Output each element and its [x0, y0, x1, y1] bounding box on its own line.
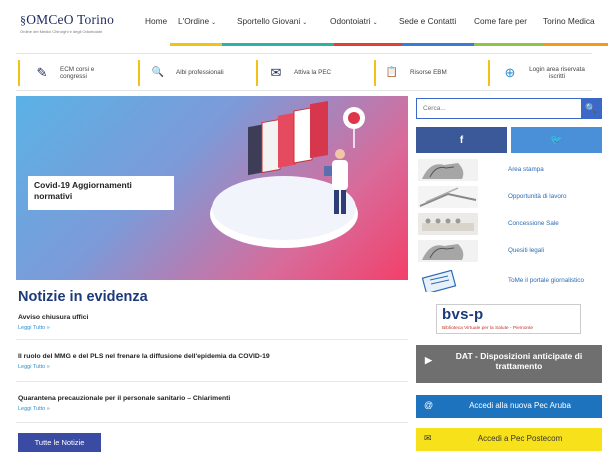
nav-item-ordine[interactable]: L'Ordine ⌄	[178, 16, 216, 26]
nav-color-line	[474, 43, 544, 46]
sidebar-item-label: ToMe il portale giornalistico	[508, 277, 584, 285]
divider	[18, 60, 20, 86]
bvs-logo: bvs-p	[442, 306, 484, 323]
bvs-tagline: Biblioteca Virtuale per la Salute - Piem…	[442, 326, 534, 331]
meeting-room-icon	[418, 213, 478, 235]
nav-label: Come fare per	[474, 16, 528, 26]
news-item: Quarantena precauzionale per il personal…	[18, 395, 398, 412]
divider	[16, 422, 408, 423]
quicklink-label: Attiva la PEC	[294, 69, 332, 76]
divider	[256, 60, 258, 86]
pec-icon: ✉	[270, 64, 282, 80]
dat-label: DAT - Disposizioni anticipate di trattam…	[455, 351, 583, 371]
facebook-icon: f	[459, 134, 464, 146]
at-icon: @	[424, 400, 434, 410]
quicklink-label: Risorse EBM	[410, 69, 447, 76]
nav-label: Sportello Giovani	[237, 16, 301, 26]
logo-subtitle: Ordine dei Medici Chirurghi e degli Odon…	[20, 29, 103, 34]
quicklink-label: ECM corsi e congressi	[60, 65, 95, 80]
sidebar-item-area-stampa[interactable]: Area stampa	[416, 157, 602, 183]
sidebar-item-tome-portale[interactable]: ToMe il portale giornalistico	[416, 268, 602, 298]
divider	[138, 60, 140, 86]
news-item: Avviso chiusura uffici Leggi Tutto »	[18, 314, 398, 331]
nav-label: Torino Medica	[543, 16, 595, 26]
bvs-banner[interactable]: bvs-p Biblioteca Virtuale per la Salute …	[436, 304, 581, 334]
divider	[374, 60, 376, 86]
nav-label: Home	[145, 16, 168, 26]
sidebar-item-label: Quesiti legali	[508, 247, 545, 255]
search-button[interactable]: 🔍	[581, 99, 601, 118]
pec-postecom-label: Accedi a Pec Postecom	[477, 434, 563, 443]
nav-item-come-fare-per[interactable]: Come fare per	[474, 16, 527, 26]
envelope-icon: ✉	[424, 433, 432, 443]
quicklink-attiva-pec[interactable]: ✉ Attiva la PEC	[266, 54, 366, 91]
hero-banner[interactable]: Covid-19 Aggiornamenti normativi	[16, 96, 408, 280]
quicklink-label: Albi professionali	[176, 69, 224, 76]
divider	[16, 339, 408, 340]
quick-links-bar: ✎ ECM corsi e congressi 🔍 Albi professio…	[16, 53, 592, 91]
nav-color-line	[402, 43, 474, 46]
divider	[488, 60, 490, 86]
sidebar-item-opportunita-lavoro[interactable]: Opportunità di lavoro	[416, 184, 602, 210]
pec-postecom-button[interactable]: ✉ Accedi a Pec Postecom	[416, 428, 602, 451]
read-more-link[interactable]: Leggi Tutto »	[18, 406, 398, 412]
quicklink-albi[interactable]: 🔍 Albi professionali	[148, 54, 256, 91]
tome-newspaper-icon	[421, 270, 457, 292]
logo-text: OMCeO Torino	[26, 12, 115, 27]
site-header: §OMCeO Torino Ordine dei Medici Chirurgh…	[0, 0, 608, 46]
pencil-icon: ✎	[36, 64, 48, 80]
dat-button[interactable]: ▶ DAT - Disposizioni anticipate di tratt…	[416, 345, 602, 383]
news-item: Il ruolo del MMG e del PLS nel frenare l…	[18, 353, 398, 370]
read-more-link[interactable]: Leggi Tutto »	[18, 325, 398, 331]
nav-color-line	[222, 43, 334, 46]
pec-aruba-button[interactable]: @ Accedi alla nuova Pec Aruba	[416, 395, 602, 418]
site-logo[interactable]: §OMCeO Torino Ordine dei Medici Chirurgh…	[20, 12, 115, 38]
login-icon: ⊕	[504, 64, 516, 80]
read-more-link[interactable]: Leggi Tutto »	[18, 364, 398, 370]
newspaper-icon	[418, 159, 478, 181]
nav-label: Odontoiatri	[330, 16, 371, 26]
twitter-button[interactable]: 🐦	[511, 127, 602, 153]
sidebar-item-concessione-sale[interactable]: Concessione Sale	[416, 211, 602, 237]
twitter-icon: 🐦	[550, 134, 563, 146]
nav-color-line	[334, 43, 402, 46]
nav-color-line	[170, 43, 222, 46]
search-icon: 🔍	[585, 103, 597, 113]
sidebar-item-label: Concessione Sale	[508, 220, 559, 228]
nav-item-odontoiatri[interactable]: Odontoiatri ⌄	[330, 16, 378, 26]
quicklink-login[interactable]: ⊕ Login area riservata iscritti	[500, 54, 592, 91]
news-section-title: Notizie in evidenza	[18, 289, 148, 305]
document-icon: ▶	[425, 355, 432, 365]
nav-item-sportello-giovani[interactable]: Sportello Giovani ⌄	[237, 16, 307, 26]
nav-color-line	[544, 43, 608, 46]
divider	[16, 381, 408, 382]
chevron-down-icon: ⌄	[302, 20, 308, 26]
sidebar-item-label: Area stampa	[508, 166, 544, 174]
sidebar-item-label: Opportunità di lavoro	[508, 193, 567, 201]
nav-label: Sede e Contatti	[399, 16, 457, 26]
stethoscope-icon	[418, 186, 478, 208]
hero-caption[interactable]: Covid-19 Aggiornamenti normativi	[28, 176, 174, 210]
news-title[interactable]: Il ruolo del MMG e del PLS nel frenare l…	[18, 353, 398, 360]
quicklink-risorse-ebm[interactable]: 📋 Risorse EBM	[382, 54, 486, 91]
legal-newspaper-icon	[418, 240, 478, 262]
quicklink-ecm[interactable]: ✎ ECM corsi e congressi	[32, 54, 142, 91]
facebook-button[interactable]: f	[416, 127, 507, 153]
search-icon: 🔍	[151, 67, 165, 78]
search-box: 🔍	[416, 98, 602, 119]
nav-item-sede-contatti[interactable]: Sede e Contatti	[399, 16, 456, 26]
chevron-down-icon: ⌄	[211, 20, 217, 26]
nav-item-torino-medica[interactable]: Torino Medica	[543, 16, 595, 26]
nav-label: L'Ordine	[178, 16, 210, 26]
news-title[interactable]: Quarantena precauzionale per il personal…	[18, 395, 398, 402]
quicklink-label: Login area riservata iscritti	[529, 65, 585, 80]
news-title[interactable]: Avviso chiusura uffici	[18, 314, 398, 321]
search-input[interactable]	[421, 102, 571, 115]
pec-aruba-label: Accedi alla nuova Pec Aruba	[469, 401, 571, 410]
sidebar-item-quesiti-legali[interactable]: Quesiti legali	[416, 238, 602, 264]
clipboard-icon: 📋	[385, 67, 399, 78]
all-news-button[interactable]: Tutte le Notizie	[18, 433, 101, 452]
nav-item-home[interactable]: Home	[145, 16, 167, 26]
chevron-down-icon: ⌄	[372, 20, 378, 26]
